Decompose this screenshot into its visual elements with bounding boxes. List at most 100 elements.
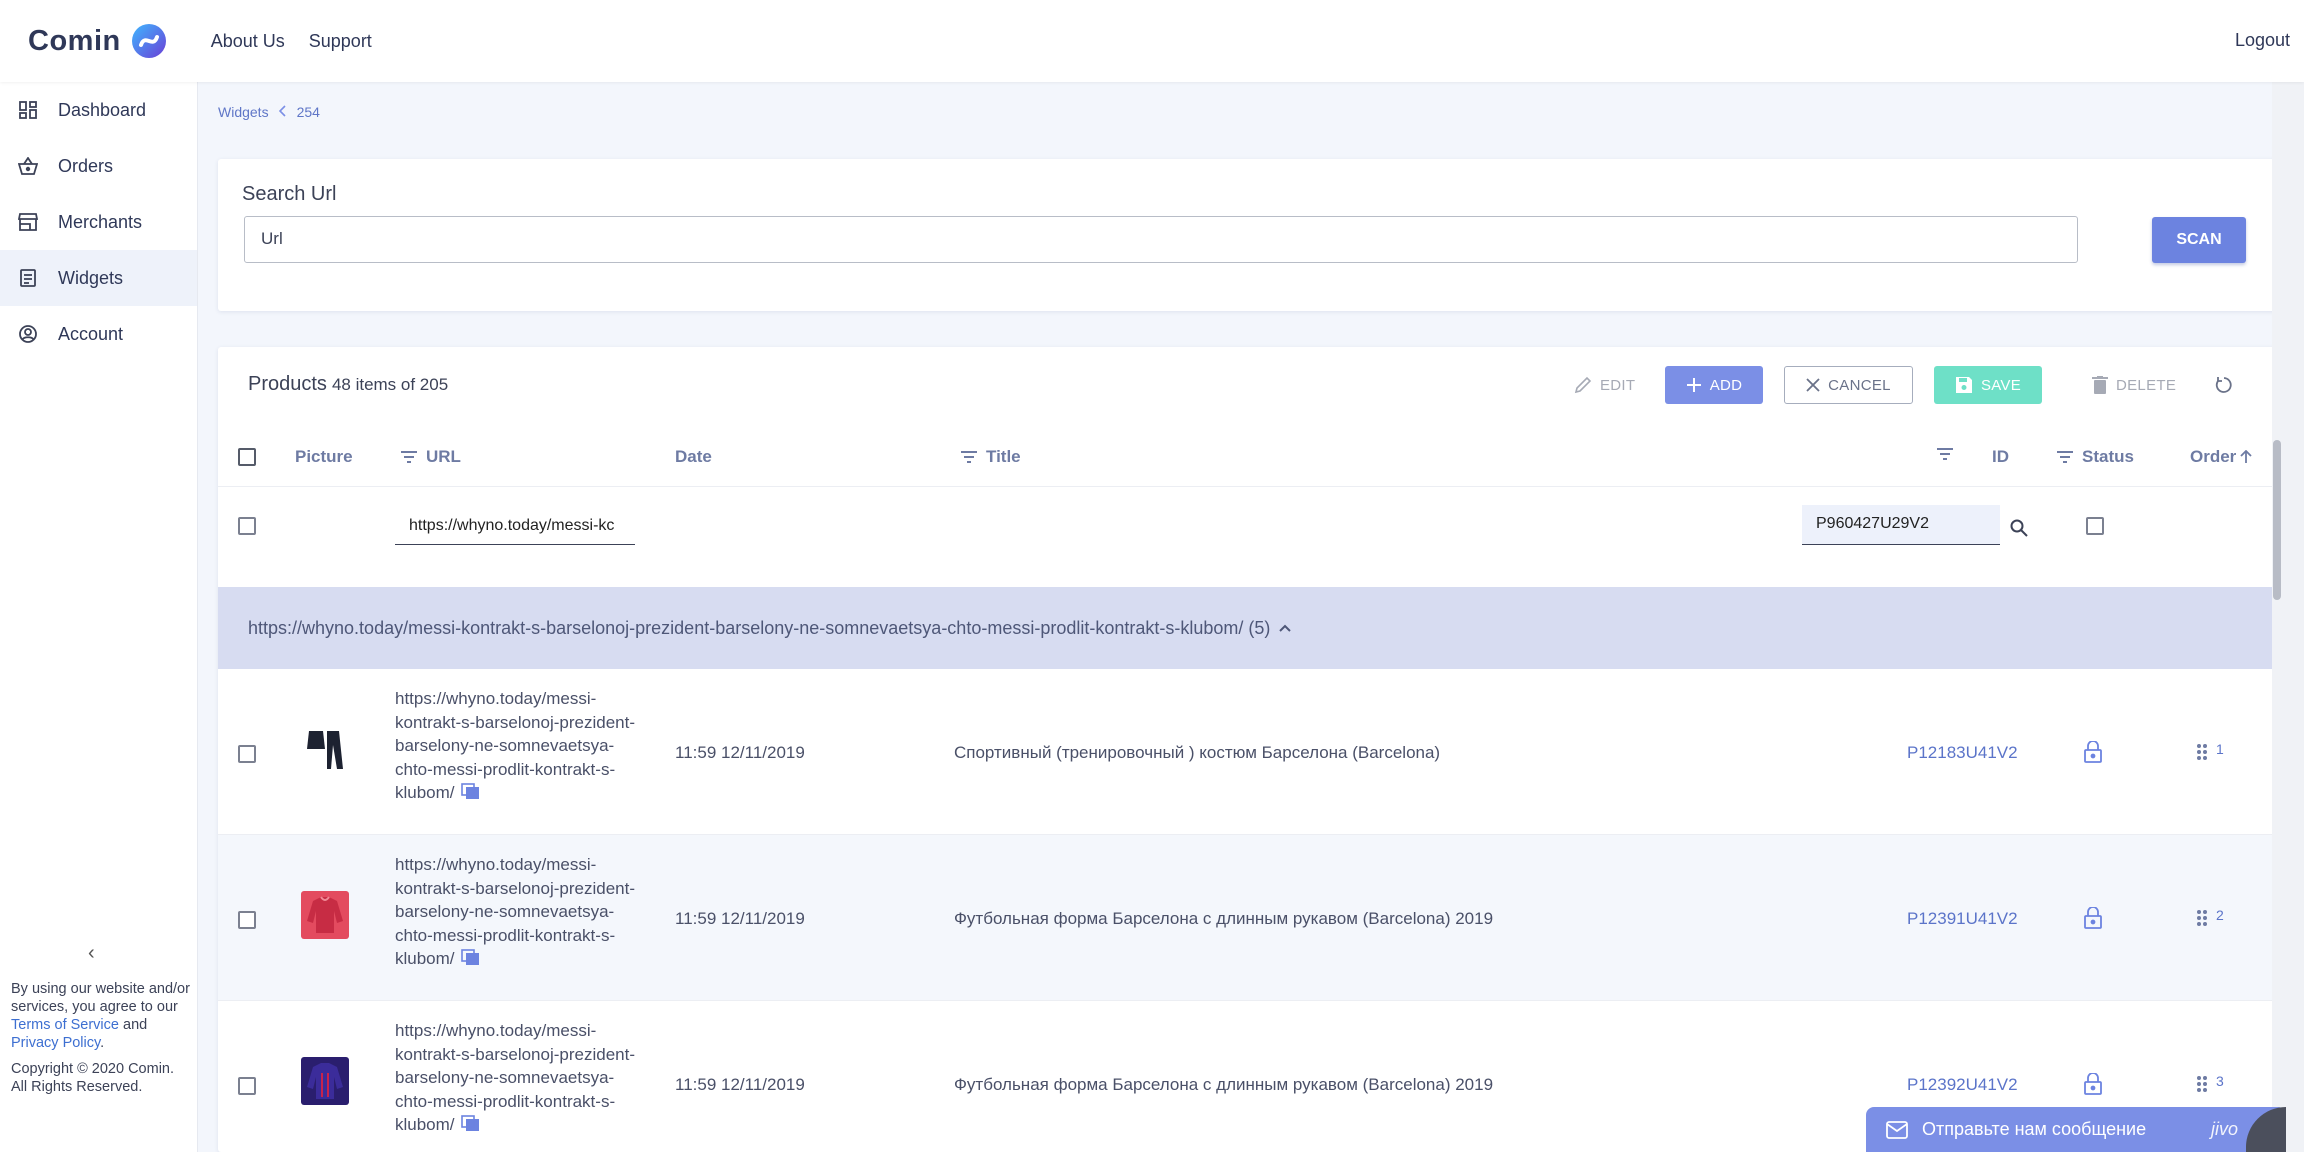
chat-widget-label: Отправьте нам сообщение bbox=[1922, 1119, 2147, 1139]
url-filter-input[interactable]: https://whyno.today/messi-kc bbox=[395, 509, 635, 545]
sidebar: Dashboard Orders Merchants Widgets Accou… bbox=[0, 82, 198, 1152]
table-row[interactable]: https://whyno.today/messi-kontrakt-s-bar… bbox=[218, 669, 2272, 835]
filter-row: https://whyno.today/messi-kc P960427U29V… bbox=[218, 487, 2282, 587]
copyright-text: Copyright © 2020 Comin. All Rights Reser… bbox=[11, 1061, 175, 1095]
sidebar-item-account[interactable]: Account bbox=[0, 306, 197, 362]
page-scrollbar-thumb[interactable] bbox=[2273, 440, 2281, 600]
add-button[interactable]: ADD bbox=[1665, 366, 1763, 404]
edit-button[interactable]: EDIT bbox=[1558, 366, 1651, 404]
row-checkbox[interactable] bbox=[238, 1077, 256, 1095]
products-header: Products 48 items of 205 bbox=[248, 373, 448, 396]
top-bar: Comin About Us Support Logout bbox=[0, 0, 2304, 82]
column-status-label: Status bbox=[2082, 447, 2134, 466]
sidebar-collapse-button[interactable]: ‹ bbox=[88, 942, 95, 965]
save-label: SAVE bbox=[1980, 376, 2022, 394]
legal-text-and: and bbox=[118, 1017, 148, 1033]
row-url-text: https://whyno.today/messi-kontrakt-s-bar… bbox=[395, 689, 635, 802]
pencil-icon bbox=[1574, 376, 1592, 394]
column-status[interactable]: Status bbox=[2056, 447, 2134, 467]
breadcrumb-widgets-link[interactable]: Widgets bbox=[218, 104, 269, 120]
status-filter-checkbox[interactable] bbox=[2086, 517, 2104, 535]
drag-handle-icon bbox=[2196, 743, 2208, 766]
filter-row-checkbox[interactable] bbox=[238, 517, 256, 535]
widget-icon bbox=[18, 268, 38, 288]
row-url-text: https://whyno.today/messi-kontrakt-s-bar… bbox=[395, 1021, 635, 1134]
save-button[interactable]: SAVE bbox=[1934, 366, 2042, 404]
select-all-checkbox[interactable] bbox=[238, 448, 256, 466]
column-title[interactable]: Title bbox=[960, 447, 1021, 467]
row-order: 3 bbox=[2216, 1073, 2224, 1089]
column-title-label: Title bbox=[986, 447, 1021, 466]
column-date[interactable]: Date bbox=[675, 447, 712, 467]
store-icon bbox=[18, 212, 38, 232]
column-picture[interactable]: Picture bbox=[295, 447, 353, 467]
logout-link[interactable]: Logout bbox=[2235, 30, 2290, 51]
row-date: 11:59 12/11/2019 bbox=[675, 1075, 805, 1094]
copy-icon[interactable] bbox=[460, 782, 479, 806]
refresh-button[interactable] bbox=[2214, 366, 2234, 404]
copy-icon[interactable] bbox=[460, 1114, 479, 1138]
trash-icon bbox=[2092, 376, 2108, 394]
top-nav: About Us Support bbox=[211, 31, 396, 52]
drag-handle-icon bbox=[2196, 1075, 2208, 1098]
row-url: https://whyno.today/messi-kontrakt-s-bar… bbox=[395, 687, 635, 805]
row-id-link[interactable]: P12391U41V2 bbox=[1907, 909, 2018, 929]
chevron-left-icon bbox=[278, 104, 287, 120]
column-url[interactable]: URL bbox=[400, 447, 461, 467]
column-order-label: Order bbox=[2190, 447, 2237, 466]
column-id[interactable]: ID bbox=[1992, 447, 2009, 467]
sidebar-item-merchants[interactable]: Merchants bbox=[0, 194, 197, 250]
envelope-icon bbox=[1886, 1120, 1908, 1139]
row-date: 11:59 12/11/2019 bbox=[675, 743, 805, 762]
chat-avatar bbox=[2246, 1107, 2286, 1152]
copy-icon[interactable] bbox=[460, 948, 479, 972]
row-id-link[interactable]: P12183U41V2 bbox=[1907, 743, 2018, 763]
group-row[interactable]: https://whyno.today/messi-kontrakt-s-bar… bbox=[218, 587, 2272, 669]
delete-label: DELETE bbox=[2116, 376, 2177, 394]
products-count: 48 items of 205 bbox=[331, 375, 449, 394]
chevron-up-icon[interactable] bbox=[1278, 623, 1292, 633]
cancel-button[interactable]: CANCEL bbox=[1784, 366, 1913, 404]
filter-icon[interactable] bbox=[1936, 447, 1954, 461]
row-title: Футбольная форма Барселона с длинным рук… bbox=[954, 909, 1494, 928]
lock-icon[interactable] bbox=[2084, 740, 2102, 768]
nav-support[interactable]: Support bbox=[309, 31, 372, 52]
dashboard-icon bbox=[18, 100, 38, 120]
arrow-up-icon bbox=[2240, 450, 2252, 464]
filter-icon[interactable] bbox=[2056, 450, 2074, 464]
search-icon[interactable] bbox=[2010, 519, 2028, 542]
logo[interactable]: Comin bbox=[28, 23, 167, 59]
chat-widget[interactable]: Отправьте нам сообщение jivo bbox=[1866, 1107, 2286, 1152]
products-title: Products bbox=[248, 373, 327, 395]
sidebar-item-dashboard[interactable]: Dashboard bbox=[0, 82, 197, 138]
drag-handle-icon bbox=[2196, 909, 2208, 932]
product-thumbnail bbox=[301, 891, 349, 939]
drag-handle[interactable]: 1 bbox=[2196, 741, 2224, 766]
row-url: https://whyno.today/messi-kontrakt-s-bar… bbox=[395, 1019, 635, 1137]
sidebar-footer: By using our website and/or services, yo… bbox=[11, 980, 191, 1096]
scan-button[interactable]: SCAN bbox=[2152, 217, 2246, 263]
delete-button[interactable]: DELETE bbox=[2076, 366, 2192, 404]
column-url-label: URL bbox=[426, 447, 461, 466]
lock-icon[interactable] bbox=[2084, 1072, 2102, 1100]
row-checkbox[interactable] bbox=[238, 911, 256, 929]
drag-handle[interactable]: 2 bbox=[2196, 907, 2224, 932]
table-row[interactable]: https://whyno.today/messi-kontrakt-s-bar… bbox=[218, 835, 2272, 1001]
nav-about-us[interactable]: About Us bbox=[211, 31, 285, 52]
page-scrollbar[interactable] bbox=[2272, 82, 2304, 1152]
search-url-input[interactable]: Url bbox=[244, 216, 2078, 263]
terms-link[interactable]: Terms of Service bbox=[11, 1017, 119, 1033]
drag-handle[interactable]: 3 bbox=[2196, 1073, 2224, 1098]
row-id-link[interactable]: P12392U41V2 bbox=[1907, 1075, 2018, 1095]
column-order[interactable]: Order bbox=[2190, 447, 2252, 467]
filter-icon[interactable] bbox=[400, 450, 418, 464]
sidebar-item-widgets[interactable]: Widgets bbox=[0, 250, 197, 306]
add-label: ADD bbox=[1709, 376, 1743, 394]
account-icon bbox=[18, 324, 38, 344]
row-checkbox[interactable] bbox=[238, 745, 256, 763]
id-filter-input[interactable]: P960427U29V2 bbox=[1802, 505, 2000, 545]
sidebar-item-orders[interactable]: Orders bbox=[0, 138, 197, 194]
privacy-link[interactable]: Privacy Policy bbox=[11, 1035, 100, 1051]
lock-icon[interactable] bbox=[2084, 906, 2102, 934]
filter-icon[interactable] bbox=[960, 450, 978, 464]
